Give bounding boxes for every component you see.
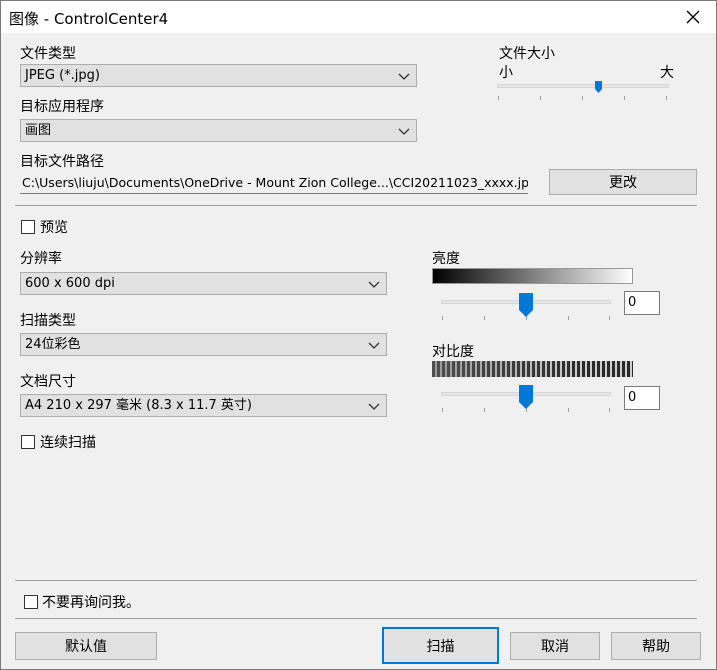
resolution-select[interactable]: 600 x 600 dpi	[20, 272, 387, 295]
scan-button[interactable]: 扫描	[382, 627, 499, 664]
target-path-label: 目标文件路径	[20, 154, 104, 170]
file-size-slider[interactable]	[495, 79, 671, 101]
preview-label: 预览	[40, 220, 68, 236]
chevron-down-icon	[368, 403, 380, 410]
contrast-pattern	[432, 361, 633, 377]
tick	[582, 96, 583, 100]
tick	[609, 408, 610, 412]
tick	[568, 408, 569, 412]
resolution-value: 600 x 600 dpi	[25, 276, 115, 291]
file-type-value: JPEG (*.jpg)	[25, 68, 100, 83]
target-app-value: 画图	[25, 123, 52, 138]
brightness-value-input[interactable]: 0	[624, 291, 660, 315]
preview-checkbox[interactable]	[21, 220, 35, 234]
tick	[540, 96, 541, 100]
tick	[609, 316, 610, 320]
continuous-scan-label: 连续扫描	[40, 435, 96, 451]
scan-type-label: 扫描类型	[20, 313, 76, 329]
scan-type-select[interactable]: 24位彩色	[20, 333, 387, 356]
slider-thumb-icon[interactable]	[595, 81, 603, 93]
title-bar: 图像 - ControlCenter4	[1, 1, 716, 33]
contrast-value-input[interactable]: 0	[624, 386, 660, 410]
brightness-label: 亮度	[432, 251, 460, 267]
divider	[15, 205, 697, 206]
dialog-window: 图像 - ControlCenter4 文件类型 JPEG (*.jpg) 文件…	[0, 0, 717, 670]
target-app-select[interactable]: 画图	[20, 119, 417, 142]
chevron-down-icon	[398, 128, 410, 135]
doc-size-select[interactable]: A4 210 x 297 毫米 (8.3 x 11.7 英寸)	[20, 394, 387, 417]
close-button[interactable]	[670, 1, 716, 33]
tick	[624, 96, 625, 100]
tick	[442, 408, 443, 412]
tick	[568, 316, 569, 320]
tick	[484, 316, 485, 320]
tick	[666, 96, 667, 100]
divider	[15, 580, 697, 581]
tick	[442, 316, 443, 320]
dont-ask-checkbox[interactable]	[24, 595, 38, 609]
tick	[498, 96, 499, 100]
continuous-scan-checkbox[interactable]	[21, 435, 35, 449]
resolution-label: 分辨率	[20, 251, 62, 267]
default-button[interactable]: 默认值	[15, 632, 157, 660]
scan-type-value: 24位彩色	[25, 337, 81, 352]
change-path-button[interactable]: 更改	[549, 169, 697, 195]
brightness-gradient	[432, 268, 633, 284]
file-type-select[interactable]: JPEG (*.jpg)	[20, 64, 417, 87]
tick	[484, 408, 485, 412]
target-path-field[interactable]: C:\Users\liuju\Documents\OneDrive - Moun…	[20, 171, 528, 194]
window-title: 图像 - ControlCenter4	[9, 10, 169, 28]
contrast-slider[interactable]	[439, 383, 613, 413]
divider	[15, 618, 697, 619]
target-app-label: 目标应用程序	[20, 99, 104, 115]
help-button[interactable]: 帮助	[611, 632, 701, 660]
doc-size-value: A4 210 x 297 毫米 (8.3 x 11.7 英寸)	[25, 398, 252, 413]
slider-thumb-icon[interactable]	[519, 293, 533, 317]
slider-thumb-icon[interactable]	[519, 385, 533, 409]
chevron-down-icon	[368, 281, 380, 288]
file-type-label: 文件类型	[20, 46, 76, 62]
chevron-down-icon	[398, 73, 410, 80]
doc-size-label: 文档尺寸	[20, 374, 76, 390]
contrast-label: 对比度	[432, 344, 474, 360]
close-icon	[686, 10, 700, 24]
chevron-down-icon	[368, 342, 380, 349]
brightness-slider[interactable]	[439, 291, 613, 321]
cancel-button[interactable]: 取消	[510, 632, 600, 660]
file-size-track	[497, 84, 669, 88]
dont-ask-label: 不要再询问我。	[42, 595, 140, 611]
file-size-label: 文件大小	[499, 46, 555, 62]
